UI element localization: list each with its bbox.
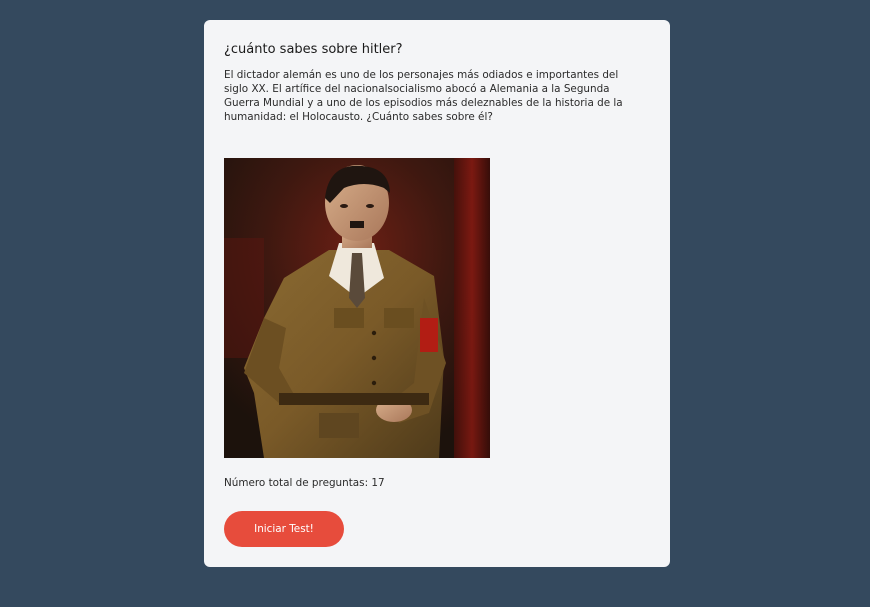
quiz-card: ¿cuánto sabes sobre hitler? El dictador … — [204, 20, 670, 567]
start-test-button[interactable]: Iniciar Test! — [224, 511, 344, 547]
quiz-title: ¿cuánto sabes sobre hitler? — [224, 42, 403, 57]
quiz-cover-image — [224, 158, 490, 458]
total-questions: Número total de preguntas: 17 — [224, 477, 385, 489]
quiz-description: El dictador alemán es uno de los persona… — [224, 69, 623, 123]
